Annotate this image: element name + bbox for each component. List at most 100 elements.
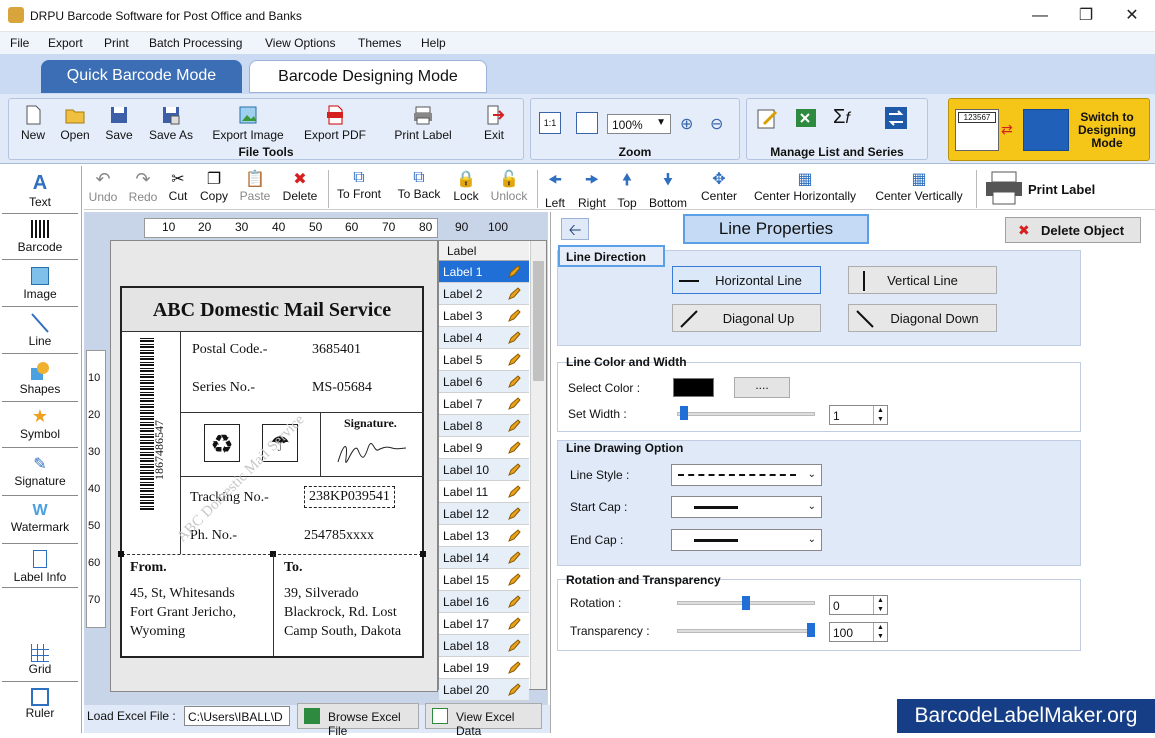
label-list-item[interactable]: Label 9 <box>439 437 529 459</box>
menu-file[interactable]: File <box>10 36 29 50</box>
spinner-arrows-icon[interactable]: ▲ ▼ <box>873 623 887 641</box>
rotation-slider-thumb[interactable] <box>742 596 750 610</box>
label-list-item[interactable]: Label 17 <box>439 613 529 635</box>
tool-line[interactable]: Line <box>2 312 78 354</box>
to-back-button[interactable]: ⧉ To Back <box>394 169 444 201</box>
new-button[interactable]: New <box>14 104 52 142</box>
selection-handle[interactable] <box>420 551 426 557</box>
export-image-button[interactable]: Export Image <box>206 104 290 142</box>
copy-button[interactable]: ❐ Copy <box>198 169 230 203</box>
start-cap-dropdown[interactable]: ⌄ <box>671 496 822 518</box>
edit-pencil-icon[interactable] <box>507 661 521 675</box>
label-list-item[interactable]: Label 3 <box>439 305 529 327</box>
label-list-item[interactable]: Label 20 <box>439 679 529 701</box>
diagonal-down-button[interactable]: Diagonal Down <box>848 304 997 332</box>
signature-image[interactable] <box>332 434 414 468</box>
edit-pencil-icon[interactable] <box>507 595 521 609</box>
menu-themes[interactable]: Themes <box>358 36 401 50</box>
label-list-item[interactable]: Label 13 <box>439 525 529 547</box>
delete-object-button[interactable]: ✖ Delete Object <box>1005 217 1141 243</box>
label-list-item[interactable]: Label 7 <box>439 393 529 415</box>
label-list-item[interactable]: Label 11 <box>439 481 529 503</box>
width-slider-thumb[interactable] <box>679 406 688 420</box>
edit-pencil-icon[interactable] <box>507 639 521 653</box>
label-list-item[interactable]: Label 14 <box>439 547 529 569</box>
edit-pencil-icon[interactable] <box>507 573 521 587</box>
fit-page-icon[interactable] <box>576 112 598 134</box>
edit-pencil-icon[interactable] <box>507 551 521 565</box>
card-title[interactable]: ABC Domestic Mail Service <box>122 288 422 332</box>
center-horizontally-button[interactable]: ▦ Center Horizontally <box>748 169 862 203</box>
menu-export[interactable]: Export <box>48 36 83 50</box>
maximize-button[interactable]: ❐ <box>1063 0 1109 32</box>
excel-path-input[interactable]: C:\Users\IBALL\D <box>184 706 290 726</box>
tool-grid[interactable]: Grid <box>2 644 78 682</box>
browse-excel-button[interactable]: Browse Excel File <box>297 703 419 738</box>
print-label-toolbar-button[interactable]: Print Label <box>388 104 458 142</box>
label-list-item[interactable]: Label 12 <box>439 503 529 525</box>
label-list-scrollbar[interactable] <box>530 241 546 689</box>
align-left-button[interactable]: 🠜 Left <box>542 169 568 210</box>
edit-list-icon[interactable] <box>756 106 780 130</box>
to-front-button[interactable]: ⧉ To Front <box>334 169 384 201</box>
menu-batch-processing[interactable]: Batch Processing <box>149 36 242 50</box>
tab-barcode-designing-mode[interactable]: Barcode Designing Mode <box>249 60 487 93</box>
edit-pencil-icon[interactable] <box>507 397 521 411</box>
end-cap-dropdown[interactable]: ⌄ <box>671 529 822 551</box>
tool-ruler[interactable]: Ruler <box>2 688 78 726</box>
cut-button[interactable]: ✂ Cut <box>166 169 190 203</box>
tool-barcode[interactable]: Barcode <box>2 218 78 260</box>
edit-pencil-icon[interactable] <box>507 353 521 367</box>
edit-pencil-icon[interactable] <box>507 375 521 389</box>
line-color-swatch[interactable] <box>673 378 714 397</box>
actual-size-icon[interactable]: 1:1 <box>539 112 561 134</box>
edit-pencil-icon[interactable] <box>507 617 521 631</box>
label-list-item[interactable]: Label 6 <box>439 371 529 393</box>
horizontal-line-button[interactable]: Horizontal Line <box>672 266 821 294</box>
diagonal-up-button[interactable]: Diagonal Up <box>672 304 821 332</box>
unlock-button[interactable]: 🔓 Unlock <box>488 169 530 203</box>
center-button[interactable]: ✥ Center <box>698 169 740 203</box>
edit-pencil-icon[interactable] <box>507 309 521 323</box>
menu-print[interactable]: Print <box>104 36 129 50</box>
edit-pencil-icon[interactable] <box>507 683 521 697</box>
spinner-arrows-icon[interactable]: ▲ ▼ <box>873 406 887 424</box>
open-button[interactable]: Open <box>56 104 94 142</box>
label-list-item[interactable]: Label 10 <box>439 459 529 481</box>
export-pdf-button[interactable]: Export PDF <box>300 104 370 142</box>
tool-watermark[interactable]: W Watermark <box>2 502 78 544</box>
switch-designing-mode-button[interactable]: 123567 ⇄ Switch to Designing Mode <box>948 98 1150 161</box>
zoom-out-icon[interactable]: ⊖ <box>710 114 723 134</box>
spinner-arrows-icon[interactable]: ▲ ▼ <box>873 596 887 614</box>
undo-button[interactable]: ↶ Undo <box>88 169 118 204</box>
close-button[interactable]: ✕ <box>1109 0 1155 32</box>
label-list-item[interactable]: Label 5 <box>439 349 529 371</box>
paste-button[interactable]: 📋 Paste <box>238 169 272 203</box>
view-excel-button[interactable]: View Excel Data <box>425 703 542 738</box>
transparency-spinner[interactable]: 100 ▲ ▼ <box>829 622 888 642</box>
align-bottom-button[interactable]: 🠟 Bottom <box>646 169 690 210</box>
menu-view-options[interactable]: View Options <box>265 36 335 50</box>
edit-pencil-icon[interactable] <box>507 485 521 499</box>
align-right-button[interactable]: 🠞 Right <box>576 169 608 210</box>
tool-symbol[interactable]: ★ Symbol <box>2 406 78 448</box>
minimize-button[interactable]: — <box>1017 0 1063 32</box>
edit-pencil-icon[interactable] <box>507 507 521 521</box>
label-list-item[interactable]: Label 16 <box>439 591 529 613</box>
excel-icon[interactable] <box>794 106 818 130</box>
redo-button[interactable]: ↷ Redo <box>128 169 158 204</box>
edit-pencil-icon[interactable] <box>507 265 521 279</box>
recycle-icon[interactable]: ♻ <box>204 424 240 462</box>
label-list-item[interactable]: Label 2 <box>439 283 529 305</box>
edit-pencil-icon[interactable] <box>507 419 521 433</box>
edit-pencil-icon[interactable] <box>507 331 521 345</box>
tool-image[interactable]: Image <box>2 265 78 307</box>
selection-handle[interactable] <box>118 551 124 557</box>
series-sigma-icon[interactable]: Σf <box>833 106 850 129</box>
edit-pencil-icon[interactable] <box>507 441 521 455</box>
align-top-button[interactable]: 🠝 Top <box>614 169 640 210</box>
tracking-value[interactable]: 238KP039541 <box>304 486 395 508</box>
center-vertically-button[interactable]: ▦ Center Vertically <box>868 169 970 203</box>
back-arrow-button[interactable]: 🡠 <box>561 218 589 240</box>
label-list-item[interactable]: Label 15 <box>439 569 529 591</box>
